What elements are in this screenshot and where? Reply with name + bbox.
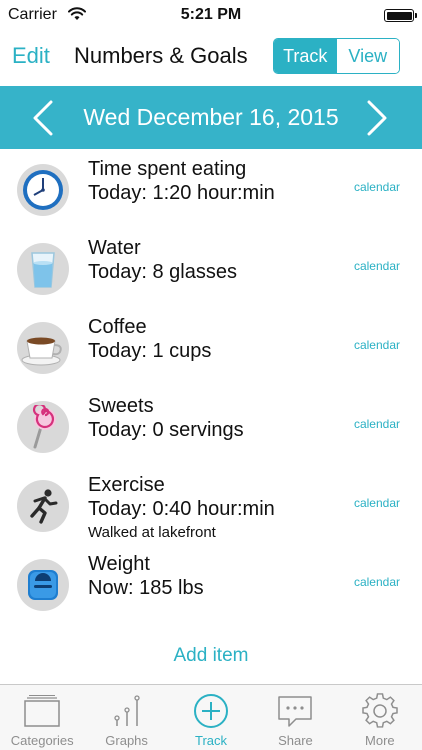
item-name: Sweets [88, 395, 154, 417]
track-view-segmented-control: Track View [273, 38, 400, 74]
item-value: Now: 185 lbs [88, 577, 204, 599]
gear-icon [360, 691, 400, 731]
tab-share[interactable]: Share [253, 685, 337, 750]
list-item[interactable]: Water Today: 8 glasses calendar [0, 229, 422, 308]
tab-more[interactable]: More [338, 685, 422, 750]
calendar-link[interactable]: calendar [354, 180, 400, 194]
navigation-bar: Edit Numbers & Goals Track View [0, 30, 422, 84]
segment-view[interactable]: View [336, 39, 399, 73]
edit-button[interactable]: Edit [12, 43, 50, 69]
tab-label: Track [195, 733, 228, 748]
tab-categories[interactable]: Categories [0, 685, 84, 750]
scale-icon [17, 559, 69, 611]
tab-track[interactable]: Track [169, 685, 253, 750]
item-name: Weight [88, 553, 150, 575]
item-name: Water [88, 237, 141, 259]
item-value: Today: 0 servings [88, 419, 244, 441]
clock-icon [17, 164, 69, 216]
coffee-cup-icon [17, 322, 69, 374]
clock-time: 5:21 PM [180, 6, 242, 23]
page-title: Numbers & Goals [74, 43, 248, 68]
date-bar: Wed December 16, 2015 [0, 86, 422, 149]
item-name: Exercise [88, 474, 165, 496]
item-value: Today: 1 cups [88, 340, 212, 362]
graphs-icon [107, 691, 147, 731]
item-name: Time spent eating [88, 158, 247, 180]
current-date: Wed December 16, 2015 [83, 104, 339, 130]
list-item[interactable]: Weight Now: 185 lbs calendar [0, 545, 422, 624]
status-bar: Carrier 5:21 PM [0, 0, 422, 30]
list-item[interactable]: Time spent eating Today: 1:20 hour:min c… [0, 150, 422, 229]
list-item[interactable]: Coffee Today: 1 cups calendar [0, 308, 422, 387]
tab-graphs[interactable]: Graphs [84, 685, 168, 750]
calendar-link[interactable]: calendar [354, 496, 400, 510]
battery-icon [384, 9, 417, 22]
share-bubble-icon [275, 691, 315, 731]
next-day-chevron-icon[interactable] [364, 100, 390, 136]
list-item[interactable]: Exercise Today: 0:40 hour:min Walked at … [0, 466, 422, 545]
add-item-button[interactable]: Add item [0, 645, 422, 667]
tab-bar: Categories Graphs Track Share More [0, 684, 422, 750]
categories-icon [22, 691, 62, 731]
item-value: Today: 0:40 hour:min [88, 498, 275, 520]
tab-label: Categories [10, 733, 74, 748]
list-item[interactable]: Sweets Today: 0 servings calendar [0, 387, 422, 466]
runner-icon [17, 480, 69, 532]
plus-circle-icon [191, 691, 231, 731]
calendar-link[interactable]: calendar [354, 338, 400, 352]
calendar-link[interactable]: calendar [354, 417, 400, 431]
calendar-link[interactable]: calendar [354, 259, 400, 273]
item-value: Today: 1:20 hour:min [88, 182, 275, 204]
item-note: Walked at lakefront [88, 524, 216, 541]
water-glass-icon [17, 243, 69, 295]
item-name: Coffee [88, 316, 147, 338]
tab-label: Share [278, 733, 313, 748]
tab-label: Graphs [105, 733, 148, 748]
lollipop-icon [17, 401, 69, 453]
calendar-link[interactable]: calendar [354, 575, 400, 589]
item-value: Today: 8 glasses [88, 261, 237, 283]
segment-track[interactable]: Track [274, 39, 337, 73]
tab-label: More [365, 733, 395, 748]
